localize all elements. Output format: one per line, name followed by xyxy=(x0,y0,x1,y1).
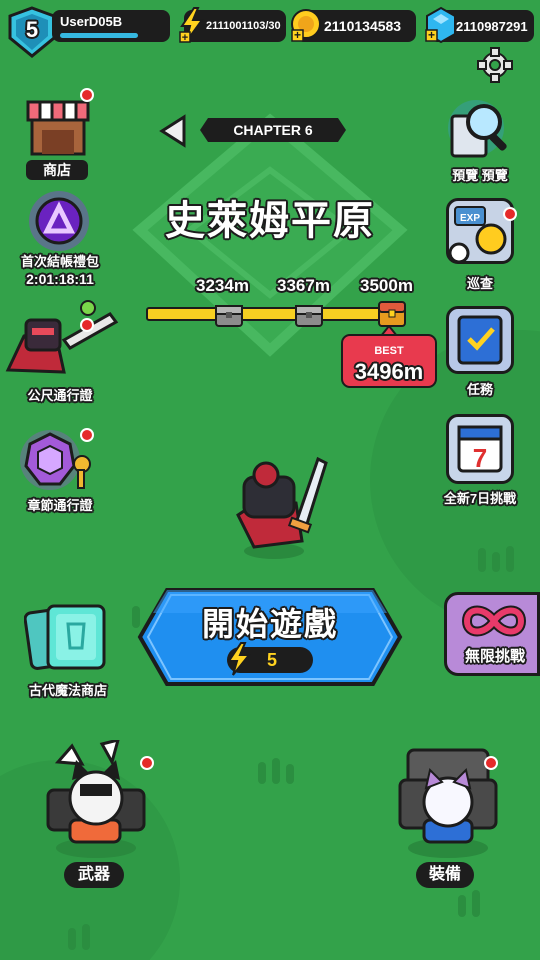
mission-label: 任務 xyxy=(466,382,493,397)
player-level-badge[interactable]: 5 xyxy=(6,6,58,63)
svg-text:+: + xyxy=(428,28,435,42)
energy-cost-value: 5 xyxy=(267,650,278,670)
weapon-label[interactable]: 武器 xyxy=(64,862,124,888)
ruler-pass-label: 公尺通行證 xyxy=(27,388,93,403)
stage-title: 史萊姆平原 xyxy=(165,199,375,243)
shop-label[interactable]: 商店 xyxy=(26,160,88,180)
infinity-icon xyxy=(461,605,527,637)
gem-icon: + xyxy=(424,6,458,49)
milestone-label-2: 3367m xyxy=(277,276,330,295)
first-pack-label: 首次結帳禮包 xyxy=(20,254,99,269)
milestone-label-3: 3500m xyxy=(360,276,413,295)
svg-text:EXP: EXP xyxy=(460,213,480,224)
player-name-bar[interactable]: UserD05B xyxy=(52,10,170,42)
energy-icon: + xyxy=(178,6,206,49)
player-name: UserD05B xyxy=(60,14,123,29)
chapter-label: CHAPTER 6 xyxy=(233,122,313,138)
mission-icon[interactable] xyxy=(446,306,514,374)
ancient-magic-shop-icon[interactable] xyxy=(23,600,114,681)
weapon-notification-dot xyxy=(140,756,154,770)
chapter-pass-notification-dot xyxy=(80,428,94,442)
distance-progress-bar xyxy=(146,307,390,321)
chapter-label-box: CHAPTER 6 xyxy=(200,118,346,142)
patrol-notification-dot xyxy=(503,207,517,221)
equipment-notification-dot xyxy=(484,756,498,770)
start-game-label: 開始遊戲 xyxy=(201,606,338,642)
ruler-pass-notification-dot xyxy=(80,318,94,332)
milestone-chest-2[interactable] xyxy=(294,300,324,333)
chapter-pass-label: 章節通行證 xyxy=(27,498,93,513)
weapon-character-icon[interactable] xyxy=(42,737,150,865)
svg-text:7: 7 xyxy=(473,443,487,473)
shop-notification-dot xyxy=(80,88,94,102)
preview-label: 預覽 預覽 xyxy=(452,168,508,183)
prev-chapter-arrow[interactable] xyxy=(158,114,188,153)
player-level: 5 xyxy=(25,17,39,42)
xp-bar xyxy=(60,33,138,38)
first-pack-timer: 2:01:18:11 xyxy=(26,271,94,287)
equipment-label[interactable]: 裝備 xyxy=(416,862,474,888)
best-label: BEST xyxy=(374,345,404,357)
endless-challenge-button[interactable]: 無限挑戰 xyxy=(444,592,540,676)
first-pack-icon[interactable] xyxy=(26,190,92,257)
preview-magnifier-icon[interactable] xyxy=(446,94,514,169)
ruler-pass-icon[interactable] xyxy=(4,300,120,385)
coin-icon: + xyxy=(290,8,324,47)
settings-gear-icon[interactable] xyxy=(476,46,514,89)
milestone-label-1: 3234m xyxy=(196,276,249,295)
milestone-chest-1[interactable] xyxy=(214,300,244,333)
start-game-button[interactable]: 開始遊戲 5 xyxy=(137,587,403,687)
seven-day-challenge-icon[interactable]: 7 xyxy=(446,414,514,484)
svg-text:+: + xyxy=(294,28,301,42)
endless-challenge-label: 無限挑戰 xyxy=(464,648,525,665)
svg-text:+: + xyxy=(182,32,188,44)
ancient-magic-shop-label: 古代魔法商店 xyxy=(28,683,107,698)
patrol-icon[interactable]: EXP xyxy=(446,198,514,264)
shop-icon[interactable] xyxy=(26,96,90,163)
gem-value: 2110987291 xyxy=(456,18,528,34)
energy-value: 2111001103/30 xyxy=(206,20,281,32)
hero-character xyxy=(226,455,336,570)
patrol-label: 巡查 xyxy=(466,276,493,291)
coin-value: 2110134583 xyxy=(324,18,402,34)
energy-cost-icon xyxy=(225,641,252,682)
seven-day-challenge-label: 全新7日挑戰 xyxy=(443,491,517,506)
